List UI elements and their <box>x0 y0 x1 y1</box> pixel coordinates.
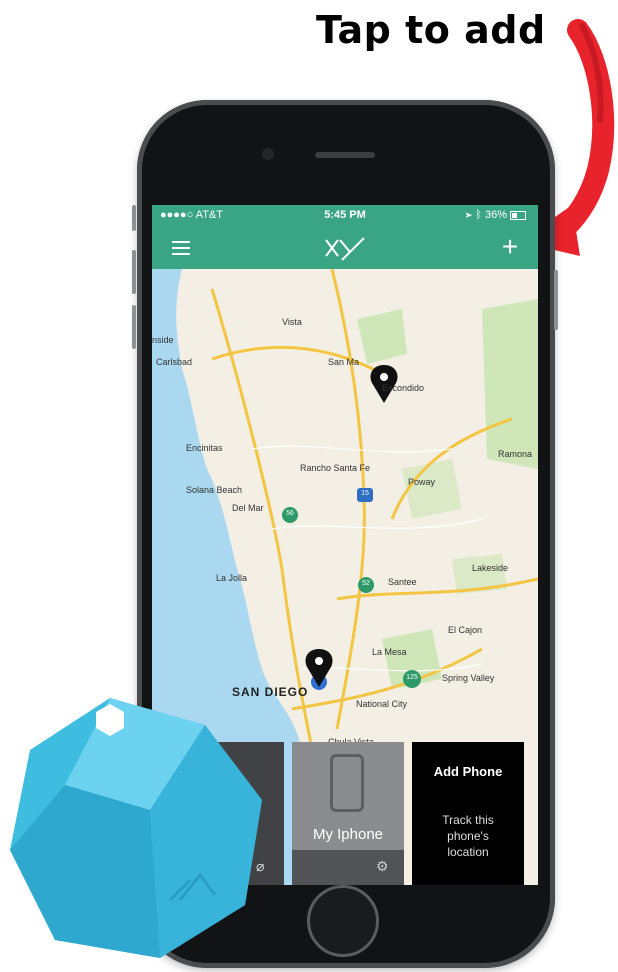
map-label-la-mesa: La Mesa <box>372 647 407 657</box>
map-label-rancho-santa-fe: Rancho Santa Fe <box>300 463 371 473</box>
front-camera <box>262 148 274 160</box>
volume-down-button[interactable] <box>132 305 136 349</box>
map-label-la-jolla: La Jolla <box>216 573 248 583</box>
device-card-my-iphone[interactable]: My Iphone ⚙ <box>292 742 404 885</box>
route-52-shield: 52 <box>362 580 370 587</box>
map-label-carlsbad: Carlsbad <box>156 357 193 367</box>
phone-outline-icon <box>330 754 364 812</box>
location-arrow-icon: ➤ <box>465 209 476 221</box>
route-125-shield: 125 <box>406 674 418 681</box>
map-label-encinitas: Encinitas <box>186 443 223 453</box>
battery-icon <box>510 210 526 220</box>
device-card-my-iphone-label: My Iphone <box>312 826 384 843</box>
map-label-san-marcos: San Ma <box>328 357 360 367</box>
map-label-santee: Santee <box>388 577 417 587</box>
mute-switch[interactable] <box>132 205 136 231</box>
map-label-oceanside: nside <box>152 335 174 345</box>
route-56-shield: 56 <box>286 510 294 517</box>
map-label-ramona: Ramona <box>498 449 533 459</box>
xy-tracker-tag-icon <box>10 698 262 958</box>
battery-status: ➤ ᛒ 36% <box>466 209 526 221</box>
status-bar: ●●●●○ AT&T 5:45 PM ➤ ᛒ 36% <box>152 205 538 227</box>
power-button[interactable] <box>554 270 558 330</box>
home-button[interactable] <box>307 885 379 957</box>
map-label-vista: Vista <box>282 317 302 327</box>
map-label-poway: Poway <box>408 477 436 487</box>
add-device-button[interactable]: + <box>496 232 524 262</box>
interstate-15-shield: 15 <box>361 490 369 497</box>
add-phone-title: Add Phone <box>433 764 503 779</box>
hamburger-menu-icon[interactable] <box>172 241 190 255</box>
map-label-del-mar: Del Mar <box>232 503 264 513</box>
battery-percent: 36% <box>484 209 507 221</box>
map-label-lakeside: Lakeside <box>472 563 509 573</box>
phone-speaker <box>315 152 375 158</box>
add-phone-card[interactable]: Add Phone Track this phone's location <box>412 742 524 885</box>
map-label-el-cajon: El Cajon <box>448 625 483 635</box>
map-label-escondido: Escondido <box>382 383 425 393</box>
map-label-solana-beach: Solana Beach <box>186 485 243 495</box>
map-label-spring-valley: Spring Valley <box>442 673 495 683</box>
settings-icon: ⚙ <box>376 858 389 874</box>
add-phone-description: Track this phone's location <box>442 813 494 859</box>
volume-up-button[interactable] <box>132 250 136 294</box>
app-nav-bar: + <box>152 227 538 269</box>
map-label-national-city: National City <box>356 699 408 709</box>
bluetooth-icon: ᛒ <box>475 209 485 221</box>
xy-logo-icon <box>325 237 365 261</box>
tap-to-add-annotation: Tap to add <box>316 8 546 52</box>
